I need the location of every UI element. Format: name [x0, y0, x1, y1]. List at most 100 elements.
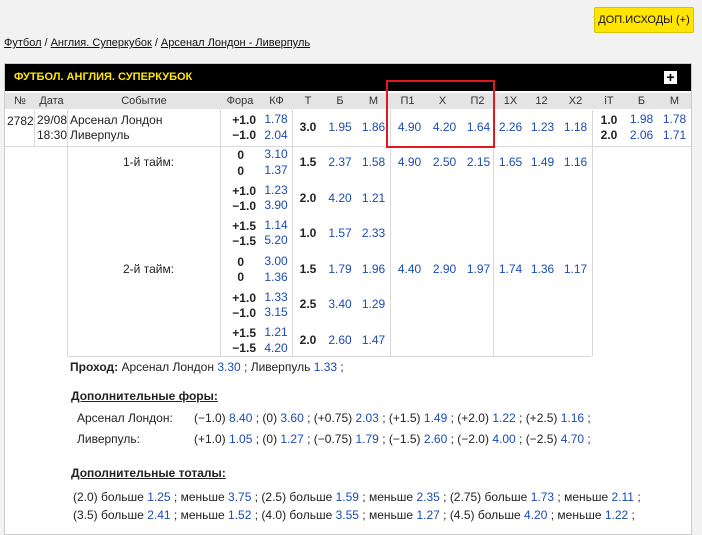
half-2-handicap-odd[interactable]: 1.33	[260, 290, 292, 304]
handicap-odd[interactable]: 4.00	[492, 432, 515, 446]
half-1-handicap-odd[interactable]: 1.37	[260, 163, 292, 177]
half-1-x2-odd[interactable]: 1.16	[558, 155, 593, 169]
half-2-label: 2-й тайм:	[123, 262, 175, 276]
half-1-1x-odd[interactable]: 1.65	[493, 155, 528, 169]
half-2-total-over[interactable]: 1.79	[323, 262, 357, 276]
half-1-draw-odd[interactable]: 2.50	[427, 155, 462, 169]
col-header-1x: 1X	[503, 95, 518, 107]
expand-plus-icon[interactable]: +	[664, 70, 677, 84]
handicap-odd[interactable]: 1.79	[356, 432, 379, 446]
individual-under-odd-1[interactable]: 1.78	[658, 112, 691, 126]
handicap-odd[interactable]: 2.03	[356, 411, 379, 425]
half-1-p2-odd[interactable]: 2.15	[461, 155, 496, 169]
col-header-over: Б	[336, 95, 344, 107]
col-header-kf: КФ	[269, 95, 284, 107]
half-2-handicap-odd[interactable]: 1.21	[260, 325, 292, 339]
total-odd[interactable]: 1.25	[147, 490, 170, 504]
half-1-handicap-odd[interactable]: 3.90	[260, 198, 292, 212]
col-header-it-under: М	[669, 95, 680, 107]
total-odd[interactable]: 2.35	[416, 490, 439, 504]
handicap-odd-1[interactable]: 1.78	[260, 112, 292, 126]
total-odd[interactable]: 1.52	[228, 508, 251, 522]
half-1-p1-odd[interactable]: 4.90	[392, 155, 427, 169]
total-odd[interactable]: 1.59	[336, 490, 359, 504]
total-label: (4.5) больше	[449, 508, 521, 522]
breadcrumb-football[interactable]: Футбол	[4, 37, 42, 49]
individual-under-odd-2[interactable]: 1.71	[658, 128, 691, 142]
half-2-total-under[interactable]: 1.47	[357, 333, 390, 347]
handicap-odd[interactable]: 4.70	[561, 432, 584, 446]
half-1-total-under[interactable]: 1.58	[357, 155, 390, 169]
half-2-draw-odd[interactable]: 2.90	[427, 262, 462, 276]
individual-total-1: 1.0	[600, 113, 618, 127]
12-odd[interactable]: 1.23	[526, 120, 559, 134]
half-2-x2-odd[interactable]: 1.17	[558, 262, 593, 276]
half-2-p1-odd[interactable]: 4.40	[392, 262, 427, 276]
half-1-handicap-odd[interactable]: 1.23	[260, 183, 292, 197]
total-odd[interactable]: 2.41	[147, 508, 170, 522]
total-over-odd[interactable]: 1.95	[323, 120, 357, 134]
half-1-handicap-odd[interactable]: 1.14	[260, 218, 292, 232]
pass-odd-2[interactable]: 1.33	[314, 360, 337, 374]
total-label: (2.75) больше	[449, 490, 528, 504]
half-1-12-odd[interactable]: 1.49	[526, 155, 559, 169]
1x-odd[interactable]: 2.26	[493, 120, 528, 134]
half-1-handicap: −1.5	[232, 234, 256, 248]
half-1-total-under[interactable]: 1.21	[357, 191, 390, 205]
half-2-handicap-odd[interactable]: 1.36	[260, 270, 292, 284]
half-2-p2-odd[interactable]: 1.97	[461, 262, 496, 276]
team-1-name[interactable]: Арсенал Лондон	[70, 113, 162, 127]
half-2-handicap-odd[interactable]: 3.00	[260, 254, 292, 268]
total-odd[interactable]: 1.27	[416, 508, 439, 522]
top-bar: ДОП.ИСХОДЫ (+) Футбол / Англия. Суперкубок…	[0, 0, 702, 62]
half-2-12-odd[interactable]: 1.36	[526, 262, 559, 276]
half-2-handicap-odd[interactable]: 3.15	[260, 305, 292, 319]
half-1-total: 2.0	[299, 191, 317, 205]
total-odd[interactable]: 3.75	[228, 490, 251, 504]
half-2-handicap: +1.5	[232, 326, 256, 340]
half-2-handicap-odd[interactable]: 4.20	[260, 341, 292, 355]
pass-odd-1[interactable]: 3.30	[217, 360, 240, 374]
pass-team-2: Ливерпуль	[250, 360, 311, 374]
handicap-odd-2[interactable]: 2.04	[260, 128, 292, 142]
half-1-total-over[interactable]: 2.37	[323, 155, 357, 169]
half-2-total-under[interactable]: 1.29	[357, 297, 390, 311]
total-odd[interactable]: 2.11	[612, 490, 634, 504]
handicap-odd[interactable]: 1.05	[229, 432, 252, 446]
extra-handicaps-row-2: (+1.0) 1.05 ; (0) 1.27 ; (−0.75) 1.79 ; …	[194, 432, 591, 446]
handicap-odd[interactable]: 1.22	[492, 411, 515, 425]
handicap-odd[interactable]: 8.40	[229, 411, 252, 425]
individual-over-odd-1[interactable]: 1.98	[625, 112, 658, 126]
col-header-num: №	[14, 95, 26, 107]
col-header-date: Дата	[39, 95, 64, 107]
half-2-total-over[interactable]: 3.40	[323, 297, 357, 311]
handicap-label: (−1.5)	[388, 432, 421, 446]
total-odd[interactable]: 1.73	[531, 490, 554, 504]
team-2-name[interactable]: Ливерпуль	[70, 128, 130, 142]
half-1-handicap-odd[interactable]: 3.10	[260, 147, 292, 161]
individual-over-odd-2[interactable]: 2.06	[625, 128, 658, 142]
handicap-label: (−2.0)	[457, 432, 489, 446]
half-1-handicap-odd[interactable]: 5.20	[260, 233, 292, 247]
half-2-total-under[interactable]: 1.96	[357, 262, 390, 276]
handicap-odd[interactable]: 1.49	[424, 411, 447, 425]
handicap-odd[interactable]: 3.60	[280, 411, 303, 425]
handicap-odd[interactable]: 1.16	[561, 411, 584, 425]
col-header-it-over: Б	[637, 95, 646, 107]
half-1-total-under[interactable]: 2.33	[357, 226, 390, 240]
handicap-odd[interactable]: 2.60	[424, 432, 447, 446]
half-2-1x-odd[interactable]: 1.74	[493, 262, 528, 276]
half-1-total-over[interactable]: 1.57	[323, 226, 357, 240]
half-2-total-over[interactable]: 2.60	[323, 333, 357, 347]
more-outcomes-button[interactable]: ДОП.ИСХОДЫ (+)	[594, 7, 694, 33]
handicap-odd[interactable]: 1.27	[280, 432, 303, 446]
x2-odd[interactable]: 1.18	[558, 120, 593, 134]
half-1-total-over[interactable]: 4.20	[323, 191, 357, 205]
total-odd[interactable]: 1.22	[605, 508, 628, 522]
breadcrumb-england-supercup[interactable]: Англия. Суперкубок	[51, 37, 152, 49]
total-value: 3.0	[299, 120, 317, 134]
handicap-label: (−1.0)	[194, 411, 226, 425]
breadcrumb-match[interactable]: Арсенал Лондон - Ливерпуль	[161, 37, 310, 49]
total-odd[interactable]: 4.20	[524, 508, 547, 522]
total-odd[interactable]: 3.55	[336, 508, 359, 522]
